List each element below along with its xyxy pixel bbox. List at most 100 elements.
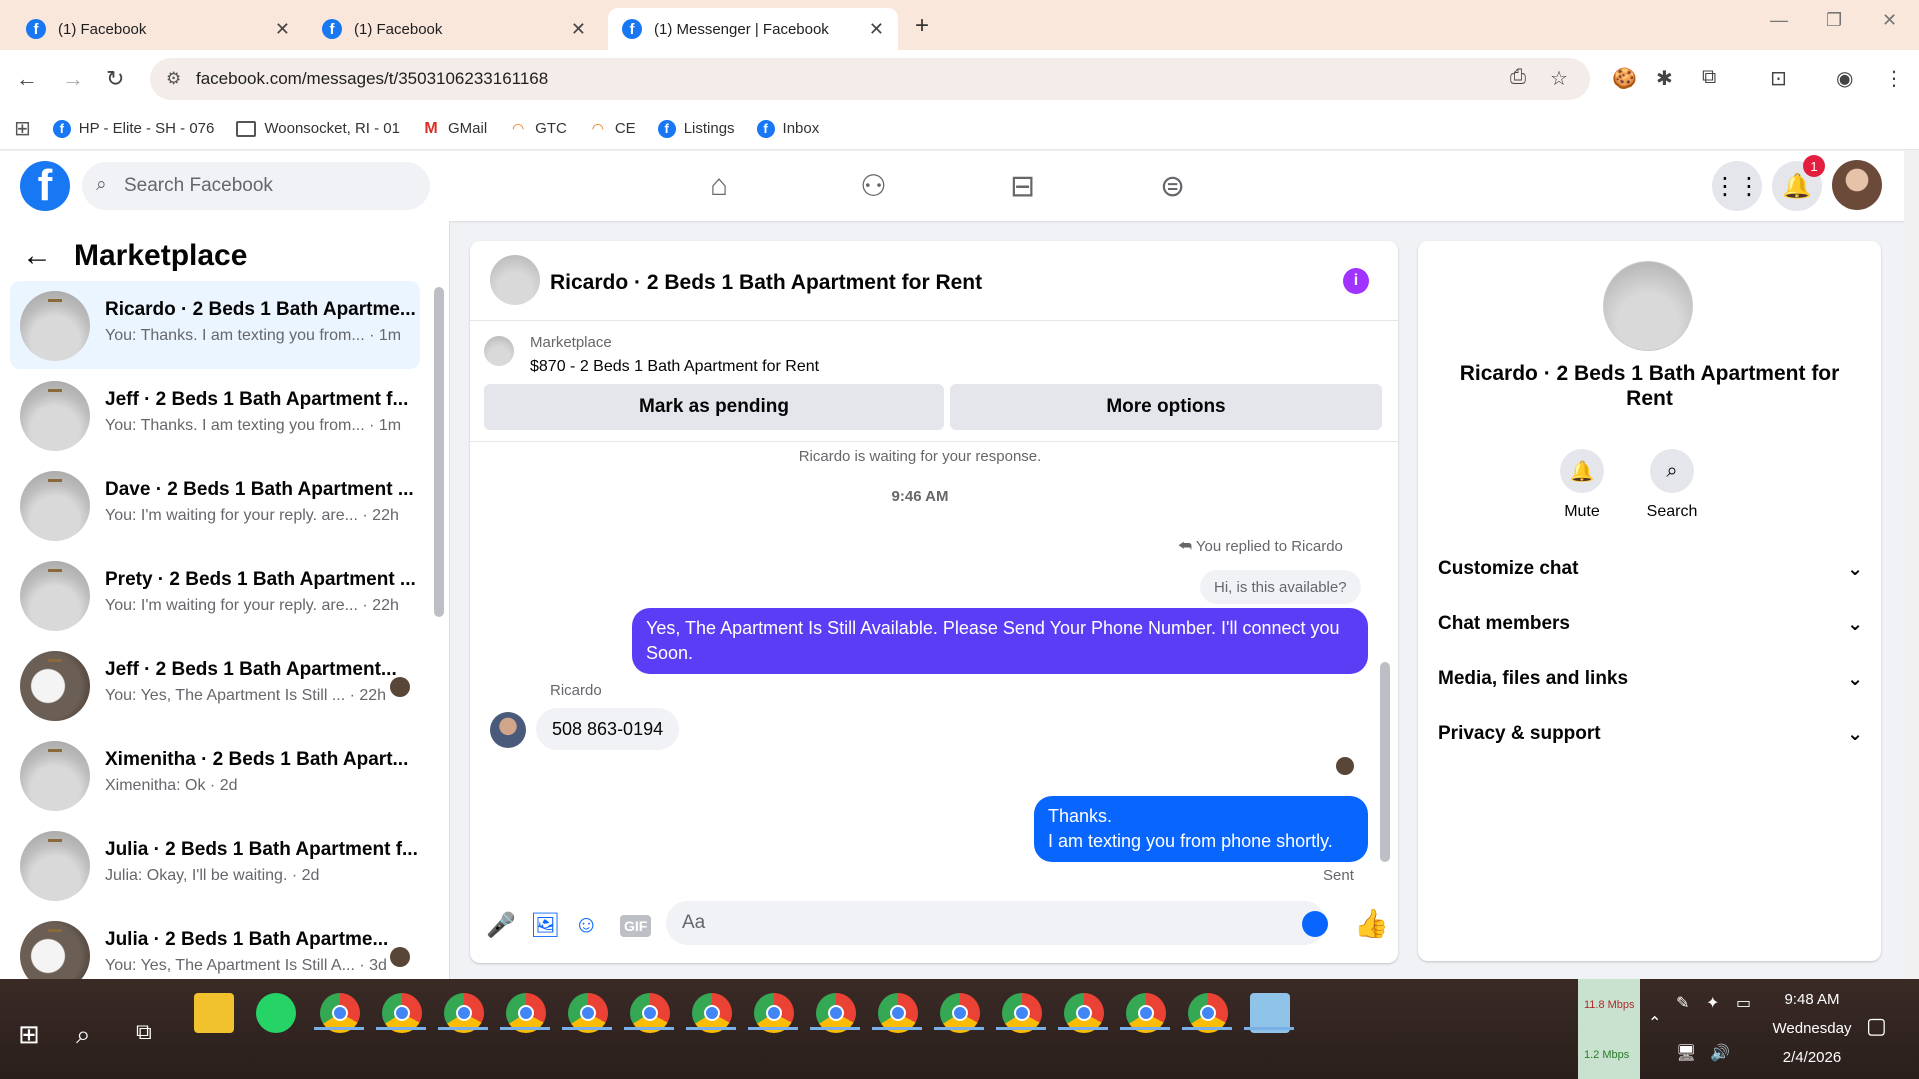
conversation-item[interactable]: Dave · 2 Beds 1 Bath Apartment ... You: … (10, 461, 420, 549)
microphone-icon[interactable]: 🎤 (486, 911, 516, 940)
gif-icon[interactable]: GIF (620, 915, 652, 937)
account-avatar[interactable] (1832, 160, 1882, 210)
apps-grid-icon[interactable]: ⊞ (14, 116, 31, 141)
network-icon[interactable]: 🖥 (1676, 1043, 1696, 1063)
gaming-icon[interactable]: ⊜ (1160, 169, 1185, 204)
customize-chat-row[interactable]: Customize chat ⌄ (1438, 558, 1863, 581)
privacy-support-row[interactable]: Privacy & support ⌄ (1438, 723, 1863, 746)
chevron-up-icon[interactable]: ⌃ (1648, 1013, 1661, 1033)
chat-scrollbar[interactable] (1380, 662, 1390, 862)
network-speed-widget[interactable]: 11.8 Mbps 1.2 Mbps (1578, 979, 1640, 1079)
bookmark-gmail[interactable]: M GMail (422, 120, 487, 138)
conversation-item[interactable]: Jeff · 2 Beds 1 Bath Apartment f... You:… (10, 371, 420, 459)
taskbar-indicator (686, 1027, 736, 1030)
conversation-snippet: You: Thanks. I am texting you from... · … (105, 417, 402, 434)
conversation-item[interactable]: Julia · 2 Beds 1 Bath Apartment f... Jul… (10, 821, 420, 909)
home-icon[interactable]: ⌂ (710, 169, 728, 203)
extensions-puzzle-icon[interactable]: ⧉ (1702, 66, 1716, 89)
conversation-item[interactable]: Julia · 2 Beds 1 Bath Apartme... You: Ye… (10, 911, 420, 979)
extension-icon[interactable]: ✱ (1656, 66, 1673, 91)
bell-icon: 🔔 (1560, 449, 1604, 493)
listing-price[interactable]: $870 - 2 Beds 1 Bath Apartment for Rent (530, 358, 819, 376)
menu-grid-icon[interactable]: ⋮⋮ (1712, 161, 1762, 211)
marketplace-icon[interactable]: ⊟ (1010, 169, 1035, 204)
sidebar-title: Marketplace (74, 239, 248, 272)
bookmark-ce[interactable]: ◠ CE (589, 120, 635, 138)
bookmark-star-icon[interactable]: ☆ (1550, 66, 1568, 91)
cookie-extension-icon[interactable]: 🍪 (1612, 66, 1637, 91)
search-input[interactable]: ⌕ Search Facebook (82, 162, 430, 210)
whatsapp-icon[interactable] (256, 993, 296, 1033)
site-info-icon[interactable]: ⚙ (166, 69, 181, 89)
message-timestamp: 9:46 AM (891, 488, 949, 505)
tab-strip: f (1) Facebook ✕ f (1) Facebook ✕ f (1) … (0, 0, 1919, 50)
back-arrow-icon[interactable]: ← (22, 239, 52, 273)
windows-start-icon[interactable]: ⊞ (18, 1019, 40, 1050)
bookmark-woonsocket[interactable]: Woonsocket, RI - 01 (236, 120, 400, 137)
info-icon[interactable]: i (1343, 268, 1369, 294)
bookmark-gtc[interactable]: ◠ GTC (509, 120, 567, 138)
new-tab-icon[interactable]: + (915, 12, 929, 40)
close-icon[interactable]: ✕ (869, 19, 884, 40)
tab-facebook-1[interactable]: f (1) Facebook ✕ (12, 8, 304, 50)
search-button[interactable]: ⌕ Search (1632, 449, 1712, 521)
photo-icon[interactable]: 🖼 (530, 911, 560, 940)
address-bar[interactable]: ⚙ facebook.com/messages/t/35031062331611… (150, 58, 1590, 100)
more-options-button[interactable]: More options (950, 384, 1382, 430)
reload-icon[interactable]: ↻ (106, 66, 124, 92)
close-icon[interactable]: ✕ (571, 19, 586, 40)
facebook-logo[interactable]: f (20, 161, 70, 211)
close-icon[interactable]: ✕ (275, 19, 290, 40)
incoming-message[interactable]: 508 863-0194 (536, 708, 680, 750)
conversation-item[interactable]: Jeff · 2 Beds 1 Bath Apartment... You: Y… (10, 641, 420, 729)
mark-as-pending-button[interactable]: Mark as pending (484, 384, 944, 430)
message-input[interactable]: Aa (666, 901, 1326, 945)
tab-messenger[interactable]: f (1) Messenger | Facebook ✕ (608, 8, 898, 50)
bookmark-inbox[interactable]: f Inbox (756, 119, 819, 138)
system-clock[interactable]: 9:48 AM Wednesday 2/4/2026 (1752, 979, 1872, 1066)
bookmark-hp-elite[interactable]: f HP - Elite - SH - 076 (52, 119, 214, 138)
emoji-icon[interactable] (1302, 911, 1328, 937)
chat-members-row[interactable]: Chat members ⌄ (1438, 613, 1863, 636)
tab-search-icon[interactable]: ⊡ (1770, 66, 1787, 91)
tab-facebook-2[interactable]: f (1) Facebook ✕ (308, 8, 600, 50)
conversation-item[interactable]: Ricardo · 2 Beds 1 Bath Apartme... You: … (10, 281, 420, 369)
task-view-icon[interactable]: ⧉ (136, 1019, 152, 1045)
sender-avatar[interactable] (490, 712, 526, 748)
download-speed: 11.8 Mbps (1584, 999, 1635, 1011)
sidebar-scrollbar[interactable] (434, 287, 444, 617)
chat-header: Ricardo · 2 Beds 1 Bath Apartment for Re… (470, 241, 1398, 321)
page-scrollbar[interactable] (1904, 151, 1919, 979)
battery-icon[interactable]: ▭ (1736, 993, 1751, 1013)
profile-icon[interactable]: ◉ (1836, 66, 1853, 91)
conversation-item[interactable]: Prety · 2 Beds 1 Bath Apartment ... You:… (10, 551, 420, 639)
bookmark-listings[interactable]: f Listings (657, 119, 735, 138)
minimize-icon[interactable]: — (1770, 10, 1788, 31)
outgoing-message[interactable]: Thanks. I am texting you from phone shor… (1034, 796, 1368, 862)
menu-icon[interactable]: ⋮ (1884, 66, 1904, 91)
thumbs-up-icon[interactable]: 👍 (1354, 907, 1389, 940)
restore-icon[interactable]: ❐ (1826, 10, 1842, 31)
back-icon[interactable]: ← (16, 66, 38, 92)
mute-button[interactable]: 🔔 Mute (1542, 449, 1622, 521)
notification-center-icon[interactable]: ▢ (1866, 1013, 1887, 1039)
conversation-name: Dave · 2 Beds 1 Bath Apartment ... (105, 479, 414, 500)
dropbox-icon[interactable]: ✦ (1706, 993, 1719, 1013)
sticker-icon[interactable]: ☺ (574, 911, 599, 939)
listing-avatar[interactable] (1603, 261, 1693, 351)
friends-icon[interactable]: ⚇ (860, 169, 887, 204)
quoted-message[interactable]: Hi, is this available? (1200, 570, 1361, 604)
search-icon[interactable]: ⌕ (76, 1019, 91, 1051)
forward-icon[interactable]: → (62, 66, 84, 92)
install-app-icon[interactable]: ⎙ (1510, 66, 1526, 89)
listing-thumbnail[interactable] (490, 255, 540, 305)
facebook-icon: f (622, 19, 642, 39)
chat-title[interactable]: Ricardo · 2 Beds 1 Bath Apartment for Re… (550, 271, 982, 295)
pen-icon[interactable]: ✎ (1676, 993, 1689, 1013)
file-explorer-icon[interactable] (194, 993, 234, 1033)
window-close-icon[interactable]: ✕ (1882, 10, 1897, 31)
outgoing-message[interactable]: Yes, The Apartment Is Still Available. P… (632, 608, 1368, 674)
media-files-links-row[interactable]: Media, files and links ⌄ (1438, 668, 1863, 691)
volume-icon[interactable]: 🔊 (1710, 1043, 1730, 1063)
conversation-item[interactable]: Ximenitha · 2 Beds 1 Bath Apart... Ximen… (10, 731, 420, 819)
